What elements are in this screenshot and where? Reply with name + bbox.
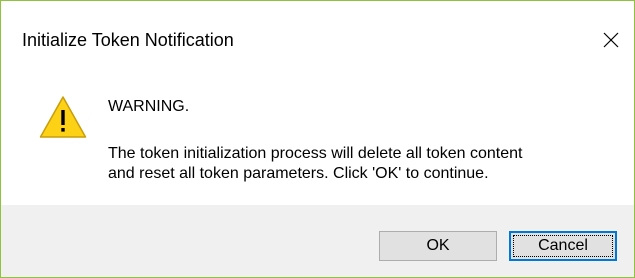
ok-button[interactable]: OK — [379, 231, 497, 261]
title-bar: Initialize Token Notification — [1, 1, 634, 71]
token-notification-dialog: Initialize Token Notification WARNING. T… — [0, 0, 635, 278]
cancel-button-label: Cancel — [538, 237, 588, 254]
warning-message: The token initialization process will de… — [108, 144, 628, 184]
button-bar: OK Cancel — [1, 205, 634, 277]
warning-message-line: The token initialization process will de… — [108, 145, 523, 162]
warning-icon — [39, 96, 87, 138]
warning-message-line: and reset all token parameters. Click 'O… — [108, 165, 489, 182]
cancel-button[interactable]: Cancel — [509, 231, 617, 261]
warning-heading: WARNING. — [108, 98, 190, 115]
dialog-content: WARNING. The token initialization proces… — [1, 71, 634, 205]
close-button[interactable] — [588, 17, 634, 63]
close-icon — [603, 32, 619, 48]
dialog-title: Initialize Token Notification — [22, 30, 234, 50]
